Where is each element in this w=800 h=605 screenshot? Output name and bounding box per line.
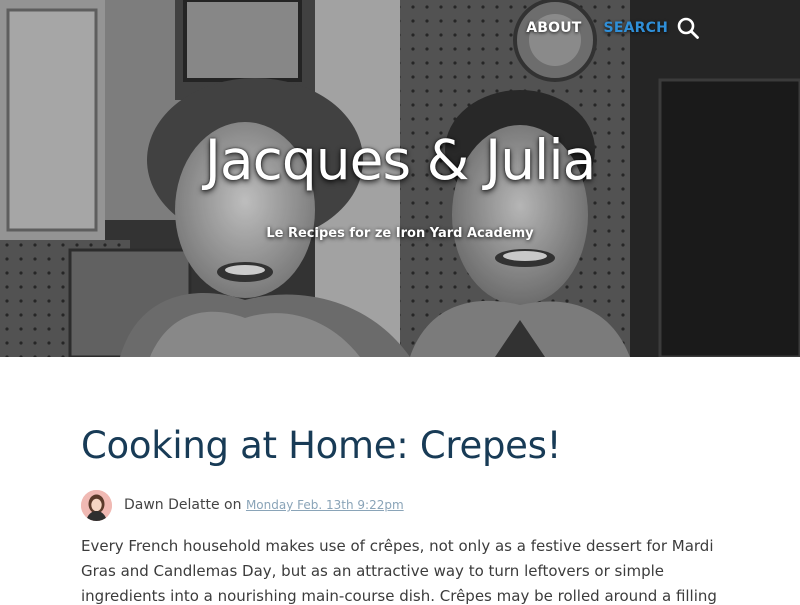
top-nav: ABOUT SEARCH (526, 16, 700, 40)
search-link[interactable]: SEARCH (604, 16, 700, 40)
post-body: Every French household makes use of crêp… (81, 536, 717, 605)
search-label: SEARCH (603, 20, 668, 36)
site-subtitle: Le Recipes for ze Iron Yard Academy (266, 226, 534, 241)
search-icon[interactable] (676, 16, 700, 40)
byline-text: Dawn Delatte on Monday Feb. 13th 9:22pm (124, 497, 404, 513)
site-title: Jacques & Julia (204, 128, 597, 192)
post-article: Cooking at Home: Crepes! Dawn Delatte on… (81, 424, 741, 605)
post-byline: Dawn Delatte on Monday Feb. 13th 9:22pm (81, 489, 741, 521)
author-avatar[interactable] (81, 489, 112, 521)
hero-banner: ABOUT SEARCH Jacques & Julia Le Recipes … (0, 0, 800, 357)
avatar-image (81, 489, 112, 521)
author-name[interactable]: Dawn Delatte (124, 497, 220, 513)
about-link[interactable]: ABOUT (526, 20, 581, 36)
post-title[interactable]: Cooking at Home: Crepes! (81, 424, 741, 468)
post-date-link[interactable]: Monday Feb. 13th 9:22pm (246, 498, 404, 512)
byline-on: on (224, 497, 242, 514)
